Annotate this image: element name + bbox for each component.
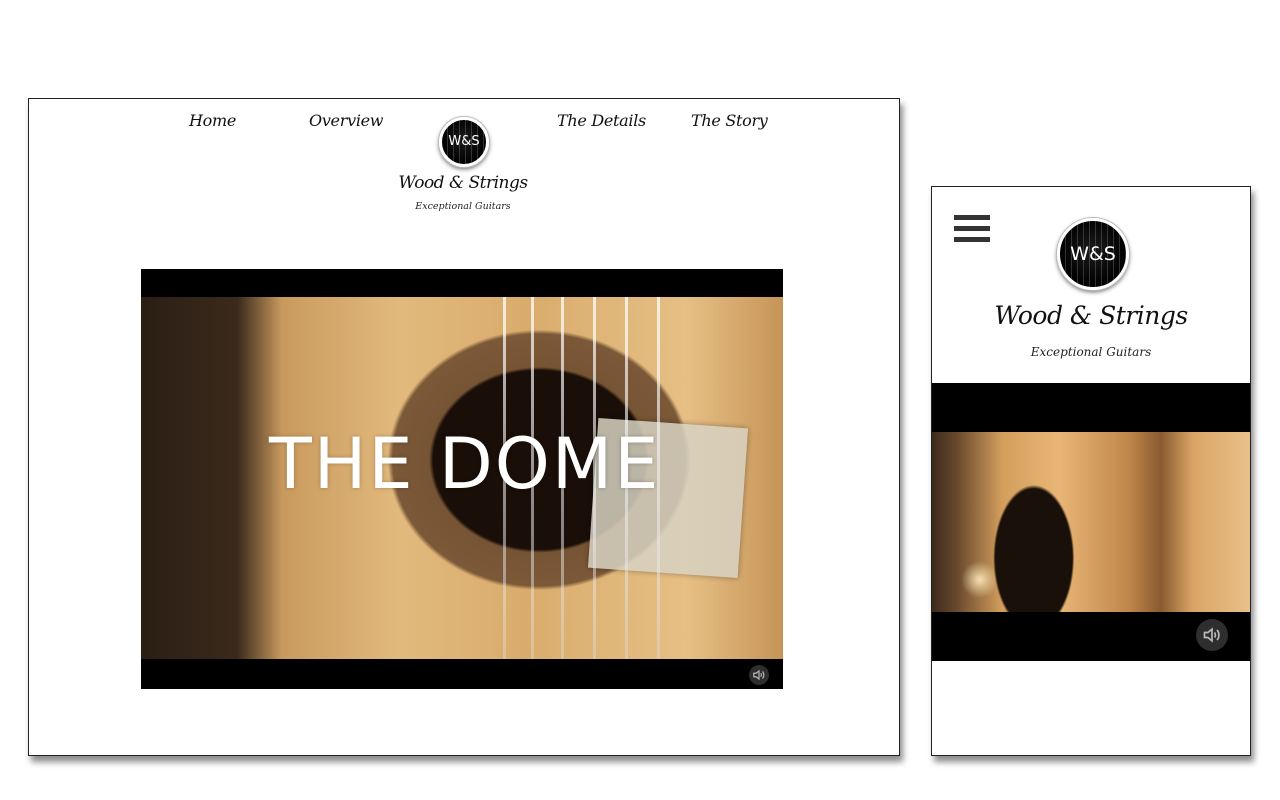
guitar-soundhole-image: THE DOME bbox=[141, 297, 783, 659]
mobile-preview-frame: W&S Wood & Strings Exceptional Guitars bbox=[931, 186, 1251, 756]
logo-monogram: W&S bbox=[448, 134, 480, 149]
nav-home-link[interactable]: Home bbox=[189, 111, 236, 130]
hamburger-menu-button[interactable] bbox=[954, 215, 990, 245]
logo-badge[interactable]: W&S bbox=[439, 117, 489, 167]
speaker-muted-icon bbox=[753, 669, 765, 681]
hero-video-player[interactable]: THE DOME bbox=[141, 269, 783, 689]
menu-bar-icon bbox=[954, 237, 990, 242]
brand-tagline: Exceptional Guitars bbox=[415, 201, 511, 212]
mute-toggle-button[interactable] bbox=[749, 665, 769, 685]
logo-monogram: W&S bbox=[1070, 243, 1116, 265]
mute-toggle-button[interactable] bbox=[1196, 619, 1228, 651]
hero-video-player[interactable] bbox=[932, 383, 1250, 661]
brand-tagline: Exceptional Guitars bbox=[1030, 345, 1152, 359]
menu-bar-icon bbox=[954, 226, 990, 231]
hero-title-overlay: THE DOME bbox=[269, 423, 661, 505]
guitar-closeup-image bbox=[932, 432, 1250, 612]
nav-details-link[interactable]: The Details bbox=[557, 111, 646, 130]
desktop-preview-frame: Home Overview The Details The Story W&S … bbox=[28, 98, 900, 756]
menu-bar-icon bbox=[954, 215, 990, 220]
speaker-muted-icon bbox=[1203, 627, 1220, 643]
logo-badge[interactable]: W&S bbox=[1057, 218, 1129, 290]
nav-story-link[interactable]: The Story bbox=[691, 111, 768, 130]
brand-name: Wood & Strings bbox=[994, 301, 1188, 330]
brand-name: Wood & Strings bbox=[398, 173, 528, 193]
nav-overview-link[interactable]: Overview bbox=[309, 111, 384, 130]
